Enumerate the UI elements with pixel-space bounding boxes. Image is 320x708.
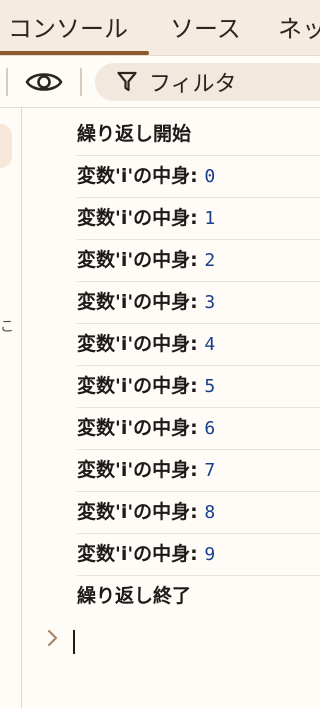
message-text: 変数'i'の中身 xyxy=(77,165,191,187)
message-text: 変数'i'の中身 xyxy=(77,543,191,565)
message-separator: : xyxy=(190,375,198,397)
console-message: 変数'i'の中身: 8 xyxy=(77,492,320,534)
console-message: 変数'i'の中身: 4 xyxy=(77,324,320,366)
sidebar-partial-label: こ xyxy=(0,319,14,335)
message-separator: : xyxy=(190,543,198,565)
console-message: 繰り返し終了 xyxy=(77,576,320,618)
message-value: 4 xyxy=(204,334,216,355)
message-separator: : xyxy=(190,501,198,523)
console-message: 繰り返し開始 xyxy=(77,114,320,156)
message-text: 変数'i'の中身 xyxy=(77,207,191,229)
toolbar-divider xyxy=(6,68,8,96)
message-text: 繰り返し終了 xyxy=(77,585,192,607)
console-message: 変数'i'の中身: 6 xyxy=(77,408,320,450)
console-sidebar: こ xyxy=(0,108,21,708)
message-value: 8 xyxy=(204,502,216,523)
message-separator: : xyxy=(190,459,198,481)
message-text: 変数'i'の中身 xyxy=(77,249,191,271)
tab-sources[interactable]: ソース xyxy=(170,0,241,55)
message-text: 変数'i'の中身 xyxy=(77,333,191,355)
console-output: 繰り返し開始 変数'i'の中身: 0 変数'i'の中身: 1 変数'i'の中身:… xyxy=(22,108,320,708)
console-message: 変数'i'の中身: 0 xyxy=(77,156,320,198)
chevron-right-icon xyxy=(44,626,62,650)
console-message: 変数'i'の中身: 3 xyxy=(77,282,320,324)
message-text: 変数'i'の中身 xyxy=(77,375,191,397)
console-toolbar: フィルタ xyxy=(0,56,320,108)
message-value: 5 xyxy=(204,376,216,397)
message-text: 変数'i'の中身 xyxy=(77,459,191,481)
tab-console[interactable]: コンソール xyxy=(8,0,128,55)
live-expression-button[interactable] xyxy=(22,66,66,98)
message-value: 0 xyxy=(204,166,216,187)
message-separator: : xyxy=(190,417,198,439)
message-text: 変数'i'の中身 xyxy=(77,501,191,523)
message-value: 7 xyxy=(204,460,216,481)
message-value: 1 xyxy=(204,208,216,229)
message-separator: : xyxy=(190,291,198,313)
message-value: 6 xyxy=(204,418,216,439)
message-value: 9 xyxy=(204,544,216,565)
funnel-icon xyxy=(117,71,137,93)
message-value: 2 xyxy=(204,250,216,271)
console-message: 変数'i'の中身: 7 xyxy=(77,450,320,492)
console-message: 変数'i'の中身: 5 xyxy=(77,366,320,408)
console-message: 変数'i'の中身: 2 xyxy=(77,240,320,282)
tab-network[interactable]: ネッ xyxy=(278,0,320,55)
message-separator: : xyxy=(190,333,198,355)
message-separator: : xyxy=(190,207,198,229)
filter-input[interactable]: フィルタ xyxy=(95,63,320,101)
panel-tab-bar: コンソール ソース ネッ xyxy=(0,0,320,56)
message-text: 変数'i'の中身 xyxy=(77,291,191,313)
console-message: 変数'i'の中身: 1 xyxy=(77,198,320,240)
message-separator: : xyxy=(190,165,198,187)
sidebar-selected-item[interactable] xyxy=(0,124,12,168)
message-text: 変数'i'の中身 xyxy=(77,417,191,439)
eye-icon xyxy=(25,73,63,91)
message-value: 3 xyxy=(204,292,216,313)
console-prompt-input[interactable] xyxy=(73,630,75,654)
console-message: 変数'i'の中身: 9 xyxy=(77,534,320,576)
message-text: 繰り返し開始 xyxy=(77,123,192,145)
filter-placeholder: フィルタ xyxy=(149,72,237,97)
active-tab-indicator xyxy=(0,51,149,55)
toolbar-divider xyxy=(80,68,82,96)
message-separator: : xyxy=(190,249,198,271)
